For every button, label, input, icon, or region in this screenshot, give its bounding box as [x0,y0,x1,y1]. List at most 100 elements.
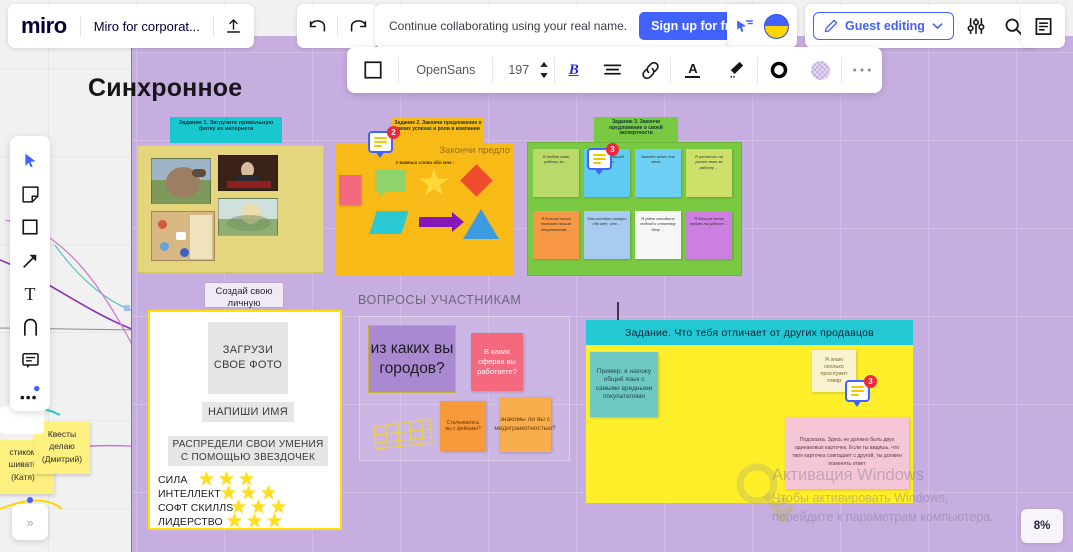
sidebar-item-pen-tool[interactable] [10,311,50,344]
parallelogram-shape[interactable] [369,211,409,234]
sidebar-item-more-tools[interactable] [10,378,50,411]
star-icon[interactable]: ★ [246,512,263,531]
more-options-button[interactable] [842,47,882,93]
photo-thumbnail[interactable] [218,155,278,191]
list-item[interactable]: Я умею находить подход к сложному делу .… [635,211,681,259]
task2-ribbon: Задание 2. Закончи предложение о своих у… [392,118,484,146]
undo-button[interactable] [297,4,337,48]
avatar[interactable] [764,13,789,39]
name-placeholder[interactable]: НАПИШИ ИМЯ [202,402,294,422]
comment-bubble[interactable]: 3 [587,143,619,175]
page-title: Синхронное [88,74,243,102]
sidebar-item-connector-tool[interactable] [10,244,50,277]
arrow-icon [23,254,37,268]
star-icon[interactable]: ★ [226,512,243,531]
example-note[interactable]: Пример: я нахожу общий язык с самыми вре… [590,352,658,417]
star-icon[interactable]: ★ [198,470,215,489]
marker-icon [730,61,744,78]
collapse-indicator-dot [27,497,33,503]
sticky-note-shape[interactable] [339,175,361,205]
collapse-sidebar-button[interactable]: » [12,504,48,540]
personal-card-label: Создай свою личную карточку [204,282,284,322]
sticky-note-icon [21,185,39,203]
list-item[interactable]: В каких сферах вы работаете? [471,333,523,391]
font-family-select[interactable]: OpenSans [399,63,492,77]
chevron-down-icon [932,23,943,29]
list-item[interactable]: Сталкивались вы с фейками? [440,401,486,451]
arrow-shape[interactable] [419,212,464,232]
guest-editing-button[interactable]: Guest editing [813,12,954,40]
photo-thumbnail[interactable] [151,211,215,261]
sidebar-item-shape-tool[interactable] [10,211,50,244]
task1-panel[interactable] [137,145,324,273]
more-horizontal-icon [852,68,871,72]
link-button[interactable] [632,47,671,93]
list-item[interactable]: Я больше всего помогаю нашим покупателям… [533,211,579,259]
task3-panel[interactable]: Я люблю свою работу за ... Я помогаю наш… [527,142,742,276]
square-icon [364,61,382,79]
task2-panel[interactable]: Закончи предло 2 важных слова обо мне : [336,143,514,275]
fill-color-button[interactable] [800,47,840,93]
diamond-shape[interactable] [460,164,493,197]
question-card-cities[interactable]: из каких вы городов? [368,325,456,393]
miro-board-app: стиком шивать (Катя) Квесты делаю (Дмитр… [0,0,1073,552]
list-item[interactable]: Я ценность на рынке знаю за работу ... [686,149,732,197]
comment-count-badge: 3 [864,375,877,388]
presentation-button[interactable] [735,18,754,35]
board-settings-button[interactable] [960,4,992,48]
grid-doodle-icon [373,418,433,450]
sidebar-item-comment-tool[interactable] [10,344,50,377]
align-button[interactable] [593,47,632,93]
board-name[interactable]: Miro for corporat... [81,19,213,34]
star-icon[interactable]: ★ [266,512,283,531]
sticky-text: Сталкивались вы с фейками? [445,419,481,433]
task1-ribbon: Задание 1. Загрузите прикольную фотку из… [170,117,282,143]
list-item[interactable]: Мои коллеги скажут обо мне, что ... [584,211,630,259]
task3-ribbon: Задание 3. Закончи предложение о своей э… [594,117,678,145]
bold-button[interactable]: B [554,47,593,93]
shape-style-button[interactable] [347,47,398,93]
miro-logo[interactable]: miro [8,13,80,39]
sticky-text: знакомы ли вы с медиграмотностью? [494,416,556,432]
left-toolbar[interactable]: T [10,136,50,411]
topbar-history-group [297,4,378,48]
skill-label: СИЛА [158,474,188,486]
highlight-button[interactable] [715,47,757,93]
text-color-button[interactable]: A [671,47,715,93]
list-item[interactable]: Важнее всего для меня ... [635,149,681,197]
list-item[interactable]: Я больше всего люблю на работе ... [686,211,732,259]
sidebar-item-select-tool[interactable] [10,144,50,177]
right-task-panel[interactable]: Пример: я нахожу общий язык с самыми вре… [586,345,913,503]
photo-thumbnail[interactable] [151,158,211,204]
triangle-shape[interactable] [463,209,499,239]
hint-note[interactable]: Подсказка. Здесь не должно быть двух оди… [785,417,909,489]
topbar-left-group: miro Miro for corporat... [8,4,254,48]
promo-message: Continue collaborating using your real n… [389,19,628,33]
border-color-button[interactable] [758,47,800,93]
board-notes-button[interactable] [1023,4,1063,48]
sticky-text: В каких сферах вы работаете? [477,347,517,376]
upload-button[interactable] [214,4,254,48]
star-shape[interactable] [418,168,450,196]
list-item[interactable]: знакомы ли вы с медиграмотностью? [494,397,556,452]
photo-thumbnail[interactable] [218,198,278,236]
zoom-level-indicator[interactable]: 8% [1021,509,1063,543]
sidebar-item-text-tool[interactable]: T [10,278,50,311]
redo-button[interactable] [338,4,378,48]
right-task-ribbon: Задание. Что тебя отличает от других про… [586,320,913,345]
bold-label: B [568,61,579,78]
guest-editing-label: Guest editing [845,19,925,33]
font-size-input[interactable]: 197 [493,63,535,77]
comment-bubble[interactable]: 2 [368,126,400,158]
questions-frame[interactable]: из каких вы городов? В каких сферах вы р… [359,316,570,461]
text-t-icon: T [24,283,36,304]
font-size-stepper[interactable] [535,47,553,93]
upload-icon [227,18,241,33]
personal-card[interactable]: ЗАГРУЗИ СВОЕ ФОТО НАПИШИ ИМЯ РАСПРЕДЕЛИ … [148,310,342,531]
comment-bubble[interactable]: 3 [845,375,877,407]
sidebar-item-sticky-note-tool[interactable] [10,177,50,210]
list-item[interactable]: Я люблю свою работу за ... [533,149,579,197]
speech-bubble-shape[interactable] [375,170,405,198]
photo-upload-placeholder[interactable]: ЗАГРУЗИ СВОЕ ФОТО [208,322,288,394]
pencil-icon [824,19,838,33]
